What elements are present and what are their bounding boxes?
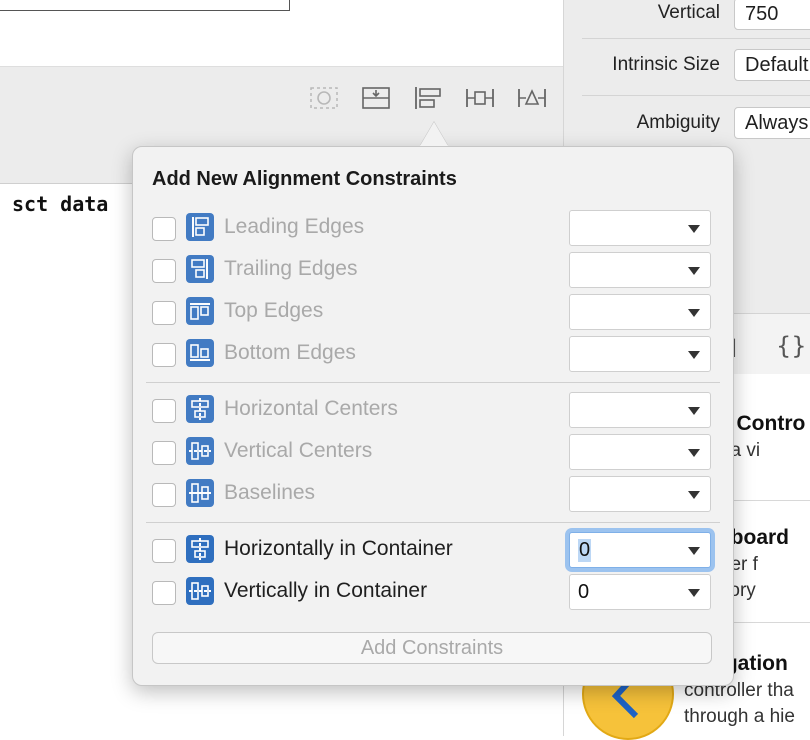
bottom-edges-icon <box>186 339 214 367</box>
constraint-row-bottom-edges: Bottom Edges <box>152 336 712 372</box>
baselines-label: Baselines <box>224 481 316 504</box>
baselines-checkbox[interactable] <box>152 483 176 507</box>
constraint-row-horizontally-in-container: Horizontally in Container 0 <box>152 532 712 568</box>
inspector-row-vertical: Vertical 750 <box>564 0 810 42</box>
vertically-in-container-icon <box>186 577 214 605</box>
constraint-row-vertically-in-container: Vertically in Container 0 <box>152 574 712 610</box>
vertical-priority-field[interactable]: 750 <box>734 0 810 30</box>
constraint-row-horizontal-centers: Horizontal Centers <box>152 392 712 428</box>
chevron-down-icon[interactable] <box>688 547 700 555</box>
top-edges-icon <box>186 297 214 325</box>
chevron-down-icon[interactable] <box>688 589 700 597</box>
popover-arrow <box>420 122 448 146</box>
top-edges-label: Top Edges <box>224 299 324 322</box>
add-new-constraints-icon[interactable] <box>464 85 496 111</box>
vertical-centers-label: Vertical Centers <box>224 439 373 462</box>
inspector-separator <box>582 38 810 39</box>
leading-edges-label: Leading Edges <box>224 215 365 238</box>
resolve-auto-layout-icon[interactable] <box>516 85 548 111</box>
leading-edges-checkbox[interactable] <box>152 217 176 241</box>
baselines-value-popup[interactable] <box>569 476 711 512</box>
chevron-down-icon <box>688 225 700 233</box>
ambiguity-label: Ambiguity <box>636 112 720 133</box>
ambiguity-popup[interactable]: Always <box>734 107 810 139</box>
popover-title: Add New Alignment Constraints <box>152 168 457 190</box>
horizontally-in-container-icon <box>186 535 214 563</box>
trailing-edges-checkbox[interactable] <box>152 259 176 283</box>
chevron-down-icon <box>688 351 700 359</box>
library-item-navigation-desc-2: through a hie <box>684 706 795 727</box>
vertically-in-container-value-field[interactable]: 0 <box>569 574 711 610</box>
popover-separator <box>146 382 720 383</box>
popover-separator <box>146 522 720 523</box>
bottom-edges-checkbox[interactable] <box>152 343 176 367</box>
constraint-row-vertical-centers: Vertical Centers <box>152 434 712 470</box>
horizontal-centers-label: Horizontal Centers <box>224 397 398 420</box>
vertically-in-container-label: Vertically in Container <box>224 579 428 602</box>
align-icon[interactable] <box>412 85 444 111</box>
horizontal-centers-value-popup[interactable] <box>569 392 711 428</box>
horizontal-centers-checkbox[interactable] <box>152 399 176 423</box>
chevron-down-icon <box>688 491 700 499</box>
chevron-down-icon <box>688 449 700 457</box>
vertically-in-container-checkbox[interactable] <box>152 581 176 605</box>
intrinsic-size-popup[interactable]: Default <box>734 49 810 81</box>
chevron-down-icon <box>688 267 700 275</box>
leading-edges-icon <box>186 213 214 241</box>
top-edges-checkbox[interactable] <box>152 301 176 325</box>
trailing-edges-value-popup[interactable] <box>569 252 711 288</box>
chevron-down-icon <box>688 309 700 317</box>
stack-view-icon[interactable] <box>360 85 392 111</box>
vertical-centers-icon <box>186 437 214 465</box>
constraint-row-top-edges: Top Edges <box>152 294 712 330</box>
inspector-separator <box>582 95 810 96</box>
update-frames-icon[interactable] <box>308 85 340 111</box>
trailing-edges-icon <box>186 255 214 283</box>
vertical-centers-value-popup[interactable] <box>569 434 711 470</box>
trailing-edges-label: Trailing Edges <box>224 257 358 280</box>
vertical-centers-checkbox[interactable] <box>152 441 176 465</box>
chevron-down-icon <box>688 407 700 415</box>
bottom-edges-value-popup[interactable] <box>569 336 711 372</box>
vertical-label: Vertical <box>657 2 720 23</box>
constraint-row-leading-edges: Leading Edges <box>152 210 712 246</box>
code-fragment: sct data <box>12 192 109 216</box>
intrinsic-size-label: Intrinsic Size <box>612 54 720 75</box>
inspector-row-intrinsic-size: Intrinsic Size Default <box>564 48 810 96</box>
constraint-row-baselines: Baselines <box>152 476 712 512</box>
horizontally-in-container-value-field[interactable]: 0 <box>569 532 711 568</box>
horizontally-in-container-label: Horizontally in Container <box>224 537 453 560</box>
leading-edges-value-popup[interactable] <box>569 210 711 246</box>
horizontal-centers-icon <box>186 395 214 423</box>
canvas-view-frame <box>0 0 290 11</box>
horizontally-in-container-checkbox[interactable] <box>152 539 176 563</box>
constraint-row-trailing-edges: Trailing Edges <box>152 252 712 288</box>
top-edges-value-popup[interactable] <box>569 294 711 330</box>
editor-toolbar <box>0 66 563 126</box>
code-snippet-icon[interactable]: {} <box>776 332 807 360</box>
bottom-edges-label: Bottom Edges <box>224 341 356 364</box>
baselines-icon <box>186 479 214 507</box>
add-constraints-button[interactable]: Add Constraints <box>152 632 712 664</box>
